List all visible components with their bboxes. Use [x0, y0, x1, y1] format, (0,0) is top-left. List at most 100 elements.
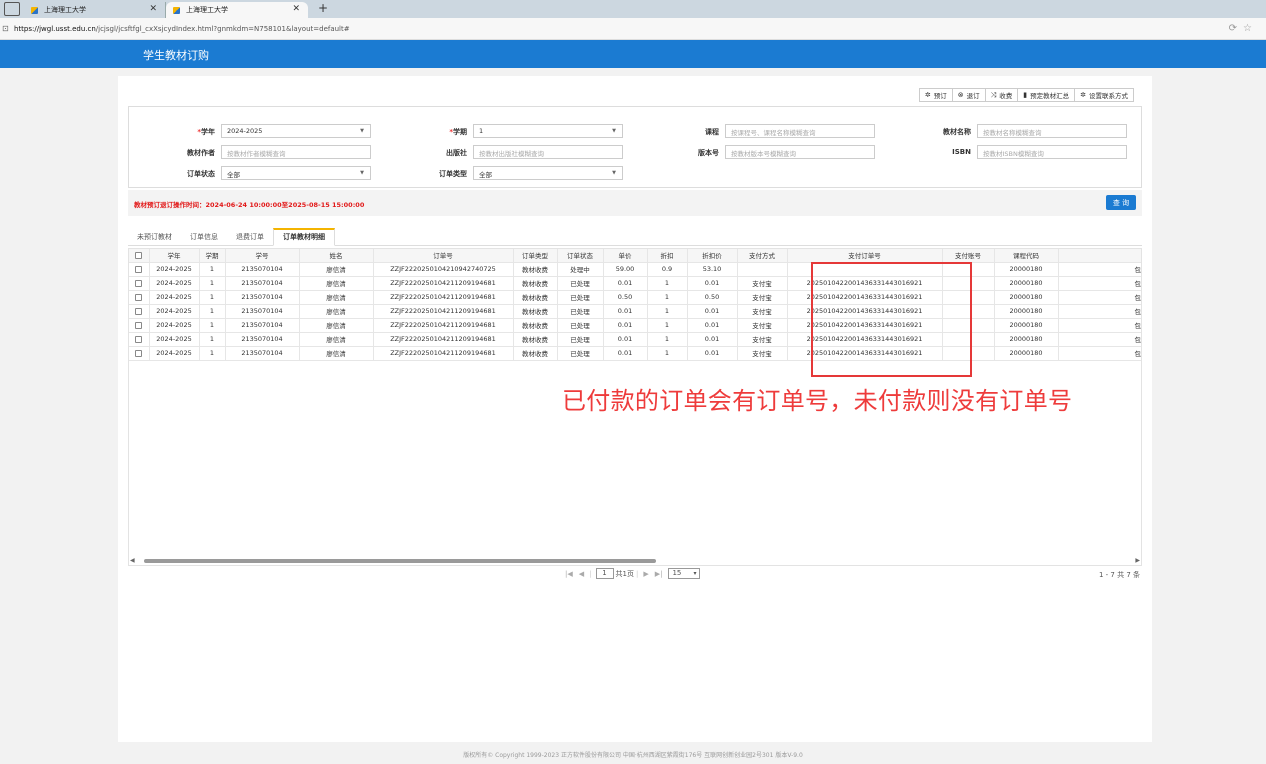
publisher-input[interactable]: 按教材出版社模糊查询 — [473, 145, 623, 159]
table-cell: 20000180 — [994, 346, 1059, 361]
contact-settings-button[interactable]: ✲ 设置联系方式 — [1074, 88, 1134, 102]
summary-button[interactable]: ▮ 预定教材汇总 — [1017, 88, 1076, 102]
course-label: 课程 — [705, 128, 719, 136]
table-cell: 2135070104 — [225, 276, 300, 291]
course-input[interactable]: 按课程号、课程名称模糊查询 — [725, 124, 875, 138]
column-header[interactable]: 学号 — [225, 249, 300, 263]
scroll-left-icon[interactable]: ◀ — [130, 557, 135, 564]
table-cell: 0.50 — [603, 290, 648, 305]
academic-year-select[interactable]: 2024-2025 ▼ — [221, 124, 371, 138]
page-info-icon[interactable]: ⊡ — [2, 24, 10, 33]
browser-tab-2[interactable]: 上海理工大学 ✕ — [166, 2, 308, 18]
prev-page-icon[interactable]: ◀ — [579, 570, 584, 578]
table-cell: 廖信清 — [299, 276, 374, 291]
address-bar-actions: ⟳☆ — [1229, 23, 1258, 34]
row-checkbox[interactable] — [129, 262, 150, 277]
author-input[interactable]: 按教材作者模糊查询 — [221, 145, 371, 159]
row-checkbox[interactable] — [129, 290, 150, 305]
cancel-reserve-label: 退订 — [966, 92, 980, 100]
table-cell: 教材收费 — [513, 346, 558, 361]
table-cell: 1 — [199, 262, 226, 277]
column-header[interactable]: 课程 — [1058, 249, 1141, 263]
table-row[interactable]: 2024-2025 1 2135070104 廖信清 ZZJF2220250104211… — [129, 276, 1141, 291]
table-row[interactable]: 2024-2025 1 2135070104 廖信清 ZZJF2220250104211… — [129, 332, 1141, 347]
highlight-box — [811, 262, 972, 377]
table-cell: 包装印刷 — [1058, 262, 1141, 277]
column-header[interactable]: 学期 — [199, 249, 226, 263]
column-header[interactable]: 折扣价 — [687, 249, 738, 263]
column-header[interactable]: 支付订单号 — [787, 249, 943, 263]
reserve-label: 预订 — [933, 92, 947, 100]
scroll-right-icon[interactable]: ▶ — [1135, 557, 1140, 564]
table-row[interactable]: 2024-2025 1 2135070104 廖信清 ZZJF2220250104211… — [129, 318, 1141, 333]
textbook-name-input[interactable]: 按教材名称模糊查询 — [977, 124, 1127, 138]
column-header[interactable]: 支付账号 — [942, 249, 995, 263]
table-cell: 教材收费 — [513, 318, 558, 333]
table-cell: 0.01 — [687, 332, 738, 347]
row-checkbox[interactable] — [129, 276, 150, 291]
column-header[interactable]: 折扣 — [647, 249, 688, 263]
tab-order-textbook-details[interactable]: 订单教材明细 — [273, 228, 335, 246]
column-header[interactable]: 课程代码 — [994, 249, 1059, 263]
column-header[interactable]: 单价 — [603, 249, 648, 263]
column-header[interactable]: 订单类型 — [513, 249, 558, 263]
row-checkbox[interactable] — [129, 332, 150, 347]
row-checkbox[interactable] — [129, 318, 150, 333]
column-header[interactable]: 订单号 — [373, 249, 514, 263]
table-row[interactable]: 2024-2025 1 2135070104 廖信清 ZZJF2220250104211… — [129, 304, 1141, 319]
table-cell: 2135070104 — [225, 304, 300, 319]
column-header[interactable]: 学年 — [149, 249, 200, 263]
order-status-label: 订单状态 — [187, 170, 215, 178]
row-checkbox[interactable] — [129, 304, 150, 319]
table-cell: 1 — [647, 332, 688, 347]
tab-unreserved-textbooks[interactable]: 未预订教材 — [128, 228, 181, 246]
tab-actions-icon[interactable] — [4, 2, 20, 16]
column-header[interactable]: 订单状态 — [557, 249, 604, 263]
favorite-star-icon[interactable]: ☆ — [1243, 23, 1258, 34]
annotation-text: 已付款的订单会有订单号，未付款则没有订单号 — [562, 387, 1073, 415]
table-row[interactable]: 2024-2025 1 2135070104 廖信清 ZZJF2220250104210… — [129, 262, 1141, 277]
reserve-button[interactable]: ✲ 预订 — [918, 88, 953, 102]
page-size-select[interactable]: 15 ▾ — [668, 568, 701, 579]
address-bar[interactable]: ⊡ https://jwgl.usst.edu.cn/jcjsgl/jcsftf… — [0, 18, 1266, 40]
record-count: 1 - 7 共 7 条 — [1098, 571, 1140, 579]
order-status-select[interactable]: 全部 ▼ — [221, 166, 371, 180]
shuffle-icon: ⤨ — [990, 90, 997, 99]
cancel-reserve-button[interactable]: ⊗ 退订 — [951, 88, 986, 102]
new-tab-button[interactable]: + — [318, 1, 328, 15]
select-all-checkbox[interactable] — [129, 249, 150, 263]
close-icon[interactable]: ✕ — [149, 4, 157, 14]
table-cell: 包装印刷 — [1058, 304, 1141, 319]
term-select[interactable]: 1 ▼ — [473, 124, 623, 138]
page-number-input[interactable]: 1 — [595, 568, 614, 579]
tab-title: 上海理工大学 — [44, 6, 86, 14]
refresh-icon[interactable]: ⟳ — [1229, 23, 1243, 34]
version-input[interactable]: 按教材版本号模糊查询 — [725, 145, 875, 159]
next-page-icon[interactable]: ▶ — [643, 570, 648, 578]
table-cell: 1 — [647, 290, 688, 305]
browser-tab-1[interactable]: 上海理工大学 ✕ — [24, 2, 166, 18]
favicon-icon — [30, 6, 39, 15]
table-cell: 1 — [647, 318, 688, 333]
query-button[interactable]: 查 询 — [1106, 195, 1136, 210]
table-cell: 20000180 — [994, 318, 1059, 333]
order-type-select[interactable]: 全部 ▼ — [473, 166, 623, 180]
table-cell: 已处理 — [557, 276, 604, 291]
scrollbar-thumb[interactable] — [144, 559, 656, 563]
last-page-icon[interactable]: ▶| — [655, 570, 663, 578]
table-row[interactable]: 2024-2025 1 2135070104 廖信清 ZZJF2220250104211… — [129, 290, 1141, 305]
charge-button[interactable]: ⤨ 收费 — [984, 88, 1019, 102]
first-page-icon[interactable]: |◀ — [565, 570, 573, 578]
row-checkbox[interactable] — [129, 346, 150, 361]
table-row[interactable]: 2024-2025 1 2135070104 廖信清 ZZJF2220250104211… — [129, 346, 1141, 361]
table-cell: 支付宝 — [737, 276, 788, 291]
table-cell: 0.01 — [603, 332, 648, 347]
table-cell: 支付宝 — [737, 332, 788, 347]
column-header[interactable]: 姓名 — [299, 249, 374, 263]
isbn-input[interactable]: 按教材ISBN模糊查询 — [977, 145, 1127, 159]
horizontal-scrollbar[interactable]: ◀ ▶ — [128, 557, 1142, 565]
close-icon[interactable]: ✕ — [292, 4, 300, 14]
tab-order-info[interactable]: 订单信息 — [181, 228, 227, 246]
column-header[interactable]: 支付方式 — [737, 249, 788, 263]
tab-refund-orders[interactable]: 退费订单 — [227, 228, 273, 246]
